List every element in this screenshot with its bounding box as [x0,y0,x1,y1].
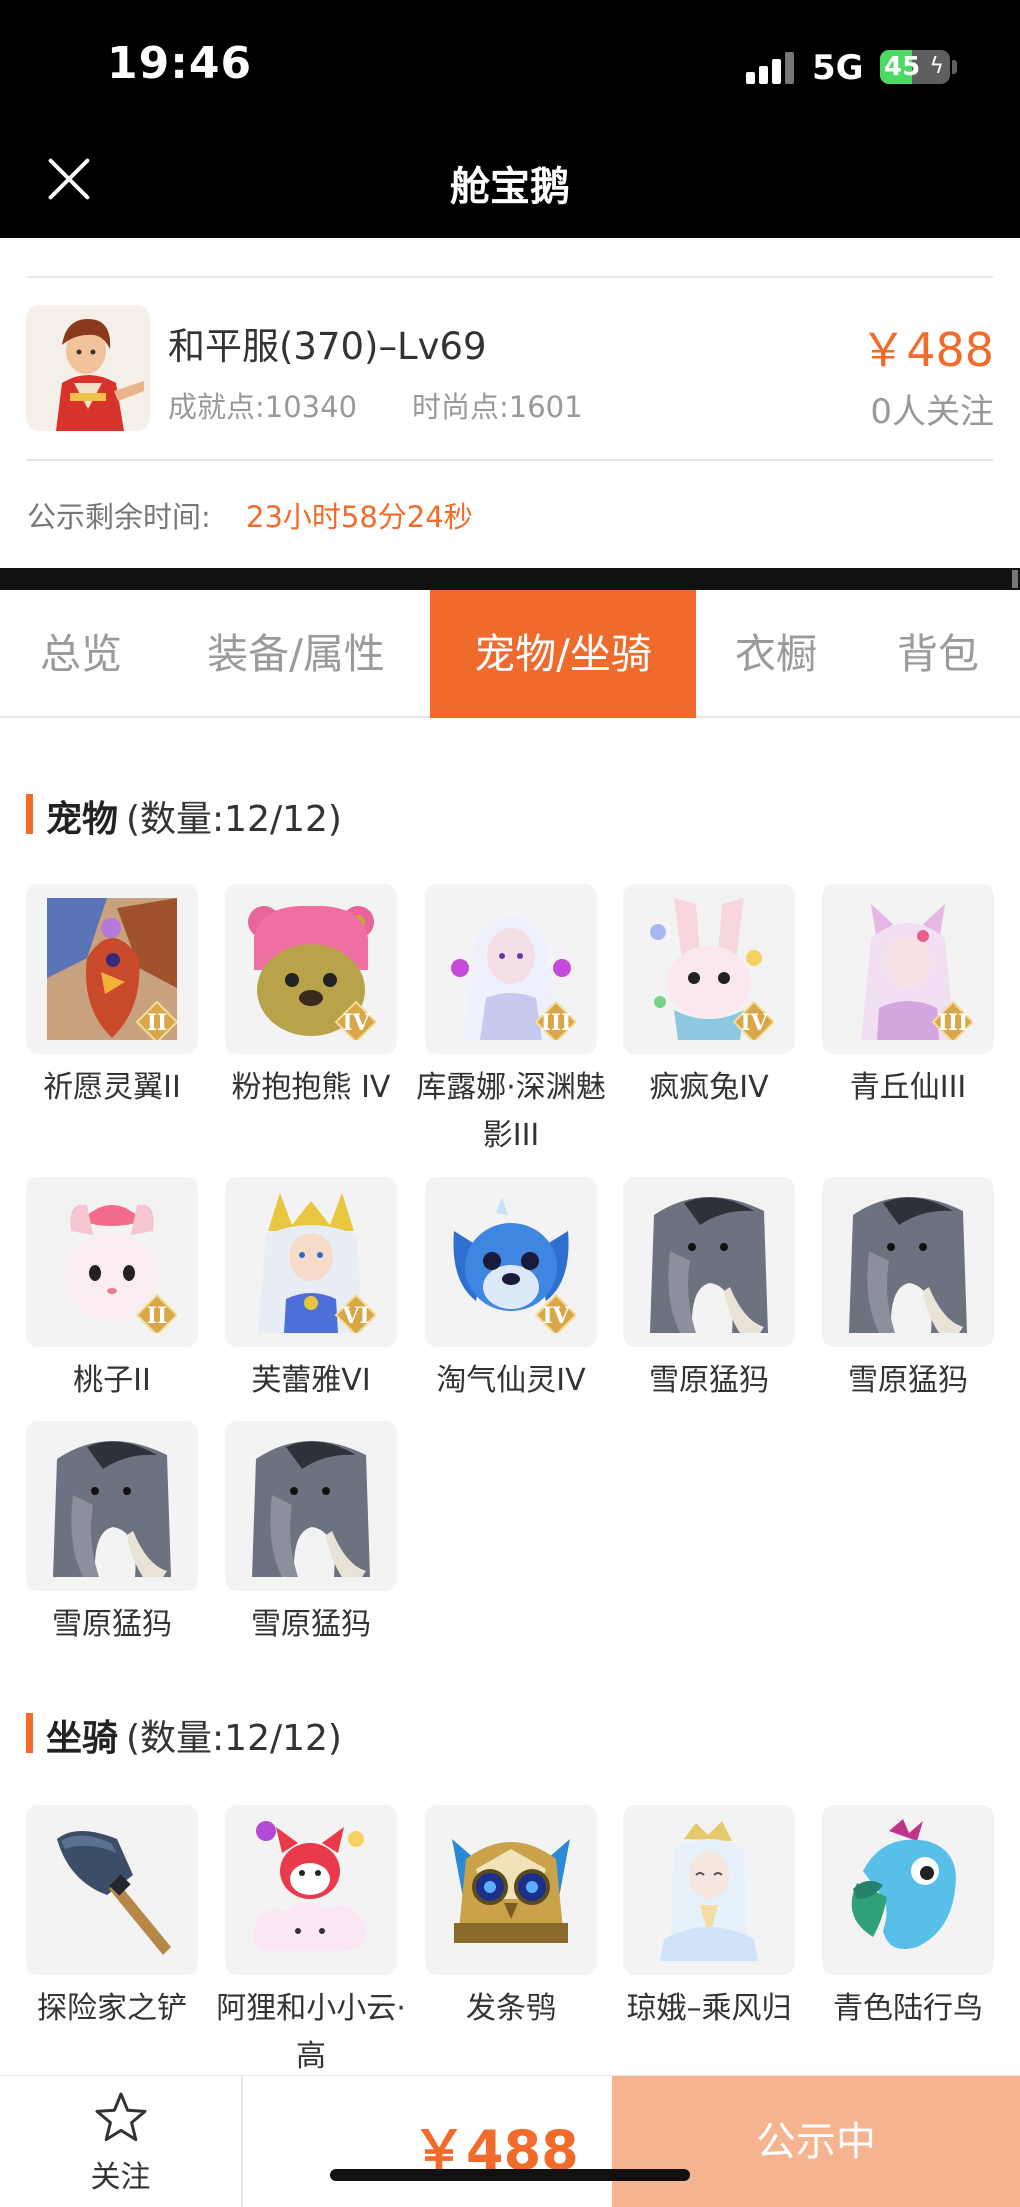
shovel-mount-icon [26,1805,198,1975]
status-time: 19:46 [107,38,253,89]
scroll-indicator [1012,570,1018,588]
clockwork-owl-mount-icon [425,1805,597,1975]
mount-name: 发条鸮 [466,1991,556,2026]
achievement-points: 成就点:10340 [168,390,358,424]
dog-pet-icon: IV [425,1177,597,1347]
svg-text:III: III [938,1010,969,1036]
network-type: 5G [812,48,864,88]
pet-name: 桃子II [73,1363,151,1398]
pet-name: 疯疯兔IV [649,1070,769,1105]
countdown-value: 23小时58分24秒 [246,500,473,534]
battery-icon: 45 ϟ [880,50,950,84]
page-title: 舱宝鹅 [450,164,570,210]
phoenix-pet-icon: II [26,884,198,1054]
section-accent-bar [26,794,33,834]
fox-cloud-mount-icon [225,1805,397,1975]
fashion-points: 时尚点:1601 [412,390,583,424]
mounts-count: (数量:12/12) [126,1718,342,1759]
svg-text:III: III [541,1010,572,1036]
mount-name: 阿狸和小小云·高 [216,1991,406,2074]
pet-name: 雪原猛犸 [848,1363,968,1398]
cellular-signal-icon [746,52,798,84]
pets-count: (数量:12/12) [126,799,342,840]
tab-overview[interactable]: 总览 [0,590,162,718]
tab-backpack[interactable]: 背包 [856,590,1020,718]
character-avatar [26,305,150,431]
publicity-status-button[interactable]: 公示中 [612,2076,1020,2207]
nav-bar: 舱宝鹅 [0,120,1020,238]
pet-name: 祈愿灵翼II [43,1070,181,1105]
divider [27,276,993,278]
separator-bar [0,568,1020,590]
charging-bolt-icon: ϟ [929,54,944,79]
pet-name: 芙蕾雅VI [251,1363,371,1398]
follow-label: 关注 [90,2160,151,2195]
pet-name: 雪原猛犸 [52,1607,172,1642]
follower-count: 0人关注 [870,392,994,432]
mount-name: 青色陆行鸟 [833,1991,983,2026]
svg-text:VI: VI [341,1303,369,1329]
moon-fairy-mount-icon [623,1805,795,1975]
section-accent-bar [26,1713,33,1753]
battery-cap [952,60,957,74]
mammoth-pet-icon [225,1421,397,1591]
pet-name: 粉抱抱熊 IV [231,1070,391,1105]
battery-level: 45 [884,52,921,82]
fairy-pet-icon: III [425,884,597,1054]
pets-section-title: 宠物 [46,799,119,840]
mammoth-pet-icon [822,1177,994,1347]
bottom-action-bar: 关注 ￥488 公示中 [0,2075,1020,2207]
bear-pet-icon: IV [225,884,397,1054]
tab-pets-mounts[interactable]: 宠物/坐骑 [430,590,696,718]
status-bar: 19:46 5G 45 ϟ [0,0,1020,120]
divider [27,459,993,461]
mount-name: 琼娥–乘风归 [626,1991,792,2026]
follow-button[interactable]: 关注 [0,2076,243,2207]
pet-name: 库露娜·深渊魅影III [416,1070,606,1153]
svg-text:IV: IV [542,1303,570,1329]
pet-name: 青丘仙III [849,1070,967,1105]
fox-fairy-pet-icon: III [822,884,994,1054]
countdown-label: 公示剩余时间: [27,500,211,534]
svg-text:II: II [147,1303,168,1329]
listing-title: 和平服(370)–Lv69 [168,325,487,368]
tab-wardrobe[interactable]: 衣橱 [696,590,856,718]
home-indicator [330,2169,690,2181]
star-icon [95,2092,147,2142]
svg-text:II: II [147,1010,168,1036]
tab-equipment-attributes[interactable]: 装备/属性 [162,590,430,718]
pet-name: 雪原猛犸 [649,1363,769,1398]
svg-text:IV: IV [342,1010,370,1036]
svg-text:IV: IV [740,1010,768,1036]
listing-price: ￥488 [860,323,994,377]
mammoth-pet-icon [623,1177,795,1347]
mounts-section-title: 坐骑 [46,1718,119,1759]
cat-pet-icon: II [26,1177,198,1347]
goddess-pet-icon: VI [225,1177,397,1347]
mount-name: 探险家之铲 [37,1991,187,2026]
mammoth-pet-icon [26,1421,198,1591]
tab-bar: 总览 装备/属性 宠物/坐骑 衣橱 背包 [0,590,1020,718]
bird-mount-icon [822,1805,994,1975]
rabbit-pet-icon: IV [623,884,795,1054]
pet-name: 淘气仙灵IV [436,1363,586,1398]
pet-name: 雪原猛犸 [251,1607,371,1642]
